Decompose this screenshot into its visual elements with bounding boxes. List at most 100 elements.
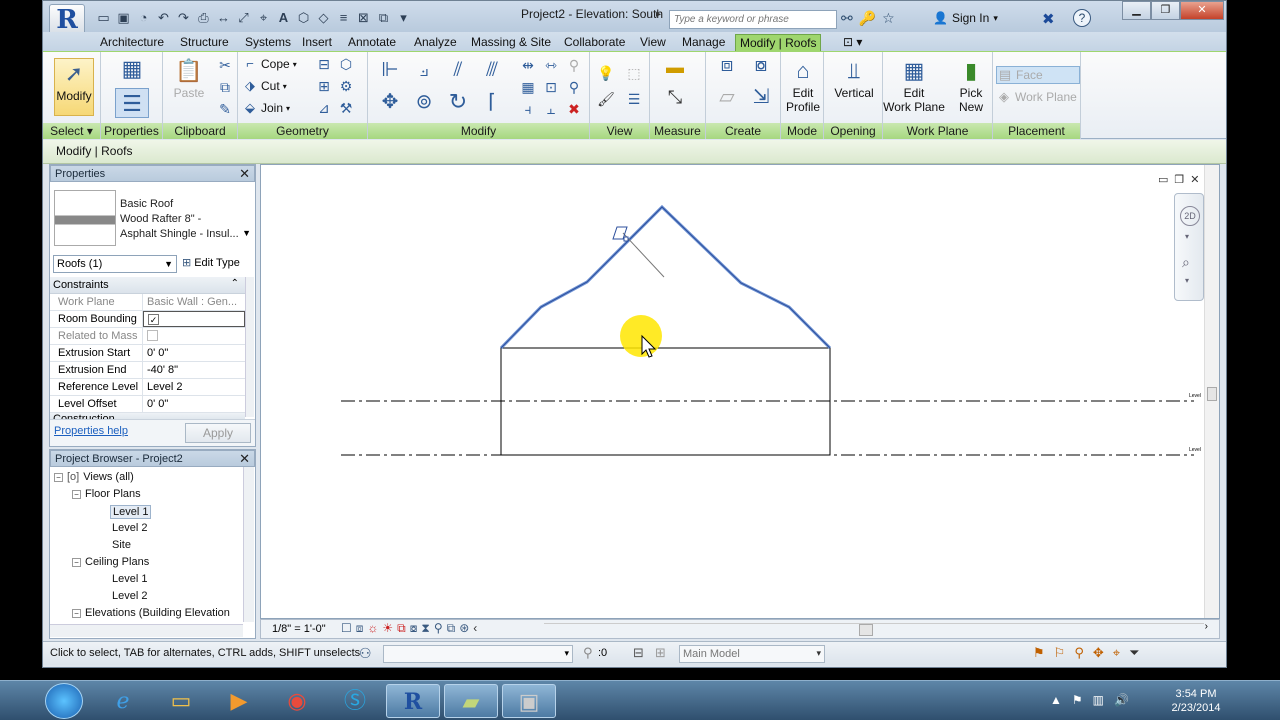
array-icon[interactable]: ▦ xyxy=(518,78,538,96)
create-assembly-icon[interactable]: ⧈ xyxy=(712,55,742,84)
section-icon[interactable]: ◇ xyxy=(315,9,332,26)
editing-requests-icon[interactable]: ⚲ xyxy=(583,645,593,661)
scroll-thumb[interactable] xyxy=(1207,387,1217,401)
aligned-dimension-tool-icon[interactable]: ⤡ xyxy=(662,88,688,112)
qat-menu-icon[interactable]: ▾ xyxy=(395,9,412,26)
split-gap-icon[interactable]: ⇿ xyxy=(541,56,561,74)
offset-icon[interactable]: ⟓ xyxy=(410,56,438,84)
tab-view[interactable]: View xyxy=(636,34,670,52)
favorites-star-icon[interactable]: ☆ xyxy=(882,10,895,27)
select-by-face-icon[interactable]: ✥ xyxy=(1093,645,1104,661)
taskbar-clock[interactable]: 3:54 PM 2/23/2014 xyxy=(1166,687,1226,715)
tab-architecture[interactable]: Architecture xyxy=(96,34,168,52)
shadows-icon[interactable]: ☀ xyxy=(382,621,393,636)
collapse-icon[interactable]: − xyxy=(72,489,81,499)
select-panel-label[interactable]: Select ▾ xyxy=(43,123,100,139)
tree-node-site[interactable]: Site xyxy=(112,539,131,551)
close-hidden-icon[interactable]: ⊠ xyxy=(355,9,372,26)
camera-recorder-icon[interactable]: ▣ xyxy=(502,684,556,718)
close-view-icon[interactable]: ✕ xyxy=(1190,173,1199,186)
line-style-icon[interactable]: ☰ xyxy=(624,90,644,108)
tab-insert[interactable]: Insert xyxy=(298,34,336,52)
pin-disabled-icon[interactable]: ⚲ xyxy=(564,56,584,74)
search-input[interactable]: Type a keyword or phrase xyxy=(669,10,837,29)
media-player-icon[interactable]: ▶ xyxy=(212,684,266,718)
tree-node-floor-level1[interactable]: Level 1 xyxy=(110,505,152,519)
create-parts-icon[interactable]: ⧇ xyxy=(746,55,776,84)
notes-app-icon[interactable]: ▰ xyxy=(444,684,498,718)
delete-icon[interactable]: ✖ xyxy=(564,100,584,118)
exclude-options-icon[interactable]: ⊞ xyxy=(655,645,666,661)
binoculars-icon[interactable]: ⚯ xyxy=(841,10,853,27)
work-plane-placement-button[interactable]: ◈ Work Plane xyxy=(996,88,1077,106)
help-icon[interactable]: ? xyxy=(1073,9,1091,27)
revit-taskbar-icon[interactable]: R xyxy=(386,684,440,718)
open-icon[interactable]: ▭ xyxy=(95,9,112,26)
view-scale[interactable]: 1/8" = 1'-0" xyxy=(272,623,326,635)
properties-toggle-button[interactable]: ☰ xyxy=(115,88,149,118)
room-bounding-checkbox[interactable]: ✓ xyxy=(143,311,245,327)
grip-handle[interactable] xyxy=(623,236,629,242)
vertical-opening-button[interactable]: ⫫ Vertical xyxy=(830,56,878,100)
linework-brush-icon[interactable]: 🖌 xyxy=(596,90,616,108)
thin-lines-icon[interactable]: ≡ xyxy=(335,9,352,26)
aligned-dimension-icon[interactable]: ↔ xyxy=(215,9,232,26)
cut-geometry-button[interactable]: ⬗ Cut ▾ xyxy=(242,77,287,95)
cope-button[interactable]: ⌐ Cope ▾ xyxy=(242,55,297,73)
properties-help-link[interactable]: Properties help xyxy=(54,425,128,437)
match-type-icon[interactable]: ✎ xyxy=(215,100,235,118)
temporary-hide-icon[interactable]: ⧗ xyxy=(421,621,429,636)
text-icon[interactable]: A xyxy=(275,9,292,26)
split-element-icon[interactable]: ⇹ xyxy=(518,56,538,74)
type-selector[interactable]: Basic Roof Wood Rafter 8" - Asphalt Shin… xyxy=(50,182,255,252)
restore-view-icon[interactable]: ❐ xyxy=(1174,173,1184,186)
constraints-section[interactable]: Constraints ⌃ xyxy=(50,277,245,294)
collapse-icon[interactable]: − xyxy=(54,472,63,482)
chrome-icon[interactable]: ◉ xyxy=(270,684,324,718)
exchange-apps-icon[interactable]: ✖ xyxy=(1042,10,1055,28)
extrusion-start-field[interactable]: 0' 0" xyxy=(143,345,245,361)
sync-icon[interactable]: ◔ xyxy=(135,9,152,26)
instance-filter-dropdown[interactable]: Roofs (1) ▼ xyxy=(53,255,177,273)
sign-in-button[interactable]: 👤 Sign In ▾ xyxy=(933,11,998,25)
tree-node-views[interactable]: − [o] Views (all) xyxy=(54,471,134,483)
paint-icon[interactable]: ⬡ xyxy=(336,55,356,73)
network-icon[interactable]: ▥ xyxy=(1093,693,1104,707)
show-hidden-icons-icon[interactable]: ▲ xyxy=(1050,693,1062,707)
select-underlay-icon[interactable]: ⚐ xyxy=(1054,645,1066,661)
tree-node-floor-level2[interactable]: Level 2 xyxy=(112,522,147,534)
analytical-model-icon[interactable]: ⊛ xyxy=(459,621,469,636)
skype-icon[interactable]: Ⓢ xyxy=(328,684,382,718)
canvas-vertical-scrollbar[interactable] xyxy=(1204,165,1219,618)
select-pinned-icon[interactable]: ⚲ xyxy=(1074,645,1084,661)
chevron-down-icon[interactable]: ▼ xyxy=(242,228,251,238)
steering-wheel-icon[interactable]: 2D xyxy=(1180,206,1200,226)
3d-view-icon[interactable]: ⬡ xyxy=(295,9,312,26)
tab-extensions-menu[interactable]: ⊡ ▾ xyxy=(839,34,866,52)
hammer-icon[interactable]: ⚒ xyxy=(336,99,356,117)
chevron-right-icon[interactable]: ▸ xyxy=(656,9,661,20)
tab-manage[interactable]: Manage xyxy=(678,34,729,52)
elevation-drawing[interactable]: Level Level xyxy=(261,165,1206,618)
tag-icon[interactable]: ⌖ xyxy=(255,9,272,26)
tab-structure[interactable]: Structure xyxy=(176,34,233,52)
copy-element-icon[interactable]: ⊚ xyxy=(410,88,438,116)
close-button[interactable]: ✕ xyxy=(1180,1,1224,20)
print-icon[interactable]: ⎙ xyxy=(195,9,212,26)
volume-icon[interactable]: 🔊 xyxy=(1114,693,1129,707)
tab-massing-site[interactable]: Massing & Site xyxy=(467,34,555,52)
face-button[interactable]: ▤ Face xyxy=(996,66,1080,84)
collapse-icon[interactable]: − xyxy=(72,557,81,567)
wall-joins-icon[interactable]: ⊞ xyxy=(314,77,334,95)
reveal-hidden-icon[interactable]: ⚲ xyxy=(434,621,443,636)
checkbox-checked[interactable]: ✓ xyxy=(148,314,159,325)
measure-between-icon[interactable]: ▬ xyxy=(662,58,688,82)
drag-elements-icon[interactable]: ⌖ xyxy=(1113,645,1120,661)
join-button[interactable]: ⬙ Join ▾ xyxy=(242,99,290,117)
undo-icon[interactable]: ↶ xyxy=(155,9,172,26)
show-crop-icon[interactable]: ⧇ xyxy=(410,621,418,636)
create-group-icon[interactable]: ▱ xyxy=(712,87,742,116)
close-icon[interactable]: ✕ xyxy=(239,166,250,182)
edit-work-plane-button[interactable]: ▦ Edit Work Plane xyxy=(883,56,945,114)
minimize-button[interactable]: ▁ xyxy=(1122,1,1151,20)
